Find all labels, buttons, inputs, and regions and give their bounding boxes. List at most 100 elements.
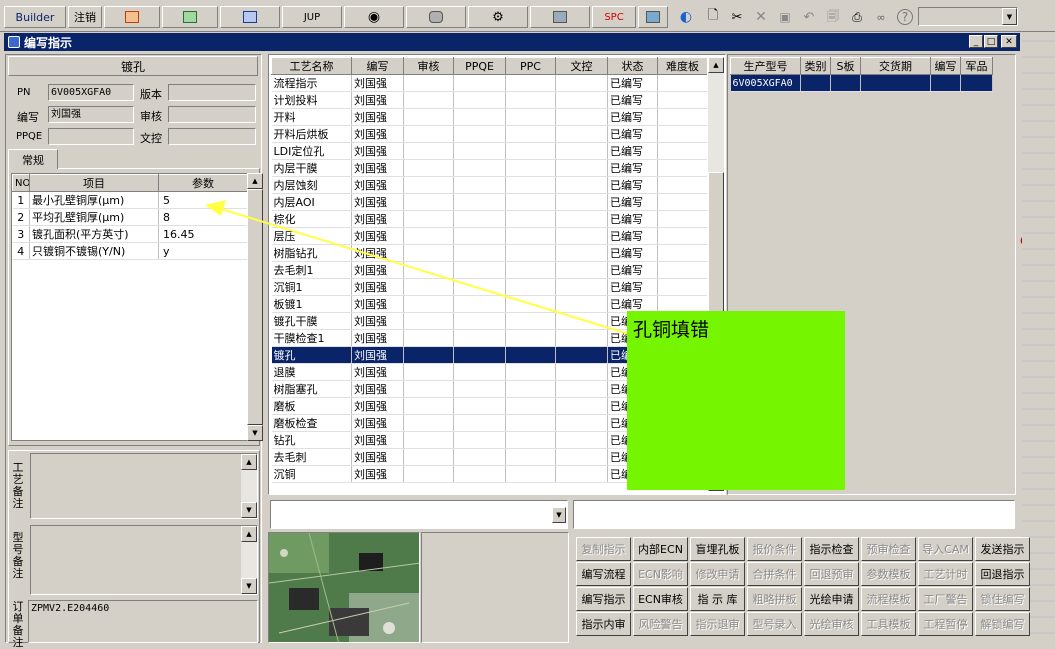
process-cell-status[interactable]: 已编写: [607, 193, 658, 211]
maximize-button[interactable]: □: [984, 35, 998, 48]
author-field[interactable]: 刘国强: [48, 106, 134, 123]
param-row[interactable]: 2 平均孔壁铜厚(μm) 8: [12, 208, 248, 226]
scroll-thumb[interactable]: [247, 189, 263, 425]
order-note-field[interactable]: ZPMV2.E204460: [28, 600, 258, 643]
process-header-4[interactable]: PPC: [505, 57, 556, 75]
process-cell-author[interactable]: 刘国强: [351, 261, 404, 279]
process-row[interactable]: 棕化 刘国强 已编写: [271, 210, 707, 228]
process-cell-author[interactable]: 刘国强: [351, 278, 404, 296]
process-cell-empty[interactable]: [453, 193, 506, 211]
process-cell-author[interactable]: 刘国强: [351, 431, 404, 449]
action-button[interactable]: 工厂警告: [918, 587, 973, 611]
action-button[interactable]: 合拼条件: [747, 562, 802, 586]
process-cell-empty[interactable]: [505, 397, 556, 415]
process-cell-author[interactable]: 刘国强: [351, 380, 404, 398]
scroll-down-icon[interactable]: ▼: [241, 578, 257, 594]
process-cell-status[interactable]: 已编写: [607, 159, 658, 177]
process-cell-empty[interactable]: [657, 193, 707, 211]
process-cell-empty[interactable]: [657, 125, 707, 143]
process-cell-name[interactable]: 树脂钻孔: [271, 244, 352, 262]
process-cell-empty[interactable]: [453, 312, 506, 330]
process-header-1[interactable]: 编写: [351, 57, 404, 75]
process-cell-empty[interactable]: [505, 142, 556, 160]
process-row[interactable]: 去毛刺1 刘国强 已编写: [271, 261, 707, 279]
process-cell-author[interactable]: 刘国强: [351, 448, 404, 466]
params-header-no[interactable]: NO: [12, 174, 30, 192]
process-cell-empty[interactable]: [453, 397, 506, 415]
process-cell-name[interactable]: 干膜检查1: [271, 329, 352, 347]
process-cell-author[interactable]: 刘国强: [351, 329, 404, 347]
action-button[interactable]: 编写流程: [576, 562, 631, 586]
process-cell-empty[interactable]: [555, 448, 608, 466]
process-cell-empty[interactable]: [453, 278, 506, 296]
process-cell-empty[interactable]: [453, 159, 506, 177]
action-button[interactable]: 报价条件: [747, 537, 802, 561]
process-cell-author[interactable]: 刘国强: [351, 159, 404, 177]
process-cell-empty[interactable]: [555, 295, 608, 313]
process-cell-empty[interactable]: [403, 329, 454, 347]
param-cell-no[interactable]: 4: [12, 242, 30, 260]
process-cell-empty[interactable]: [453, 244, 506, 262]
process-row[interactable]: 沉铜1 刘国强 已编写: [271, 278, 707, 296]
process-cell-empty[interactable]: [403, 295, 454, 313]
print-button[interactable]: ⎙: [846, 6, 868, 28]
process-cell-author[interactable]: 刘国强: [351, 312, 404, 330]
scroll-up-icon[interactable]: ▲: [241, 526, 257, 542]
process-cell-empty[interactable]: [403, 193, 454, 211]
process-row[interactable]: 树脂钻孔 刘国强 已编写: [271, 244, 707, 262]
process-cell-empty[interactable]: [453, 210, 506, 228]
process-cell-empty[interactable]: [555, 193, 608, 211]
process-cell-empty[interactable]: [657, 210, 707, 228]
action-button[interactable]: 指示退审: [690, 612, 745, 636]
find-button[interactable]: ∞: [870, 6, 892, 28]
process-cell-empty[interactable]: [403, 363, 454, 381]
process-cell-name[interactable]: 内层蚀刻: [271, 176, 352, 194]
process-cell-empty[interactable]: [403, 380, 454, 398]
process-cell-empty[interactable]: [555, 312, 608, 330]
process-cell-author[interactable]: 刘国强: [351, 227, 404, 245]
process-cell-empty[interactable]: [403, 414, 454, 432]
process-cell-name[interactable]: 树脂塞孔: [271, 380, 352, 398]
process-cell-empty[interactable]: [403, 397, 454, 415]
scroll-down-icon[interactable]: ▼: [247, 425, 263, 441]
process-cell-empty[interactable]: [505, 278, 556, 296]
params-header-item[interactable]: 项目: [29, 174, 159, 192]
action-button[interactable]: 工艺计时: [918, 562, 973, 586]
action-button[interactable]: 锁住编写: [975, 587, 1030, 611]
process-cell-empty[interactable]: [453, 176, 506, 194]
scroll-up-icon[interactable]: ▲: [247, 173, 263, 189]
model-header-0[interactable]: 生产型号: [730, 57, 801, 75]
param-cell-value[interactable]: 5: [158, 191, 248, 209]
process-cell-empty[interactable]: [555, 397, 608, 415]
process-cell-empty[interactable]: [403, 125, 454, 143]
model-header-5[interactable]: 军品: [960, 57, 993, 75]
process-cell-empty[interactable]: [505, 312, 556, 330]
process-note-field[interactable]: ▲ ▼: [30, 453, 258, 519]
process-row[interactable]: 内层AOI 刘国强 已编写: [271, 193, 707, 211]
process-cell-empty[interactable]: [505, 210, 556, 228]
version-field[interactable]: [168, 84, 256, 101]
process-cell-empty[interactable]: [505, 261, 556, 279]
process-cell-empty[interactable]: [505, 380, 556, 398]
process-cell-name[interactable]: 磨板: [271, 397, 352, 415]
process-cell-empty[interactable]: [657, 244, 707, 262]
process-cell-empty[interactable]: [555, 465, 608, 483]
process-cell-status[interactable]: 已编写: [607, 261, 658, 279]
process-combo[interactable]: ▼: [270, 500, 568, 529]
process-cell-empty[interactable]: [403, 159, 454, 177]
process-cell-status[interactable]: 已编写: [607, 227, 658, 245]
process-cell-empty[interactable]: [403, 278, 454, 296]
process-cell-empty[interactable]: [555, 176, 608, 194]
process-cell-author[interactable]: 刘国强: [351, 74, 404, 92]
process-cell-empty[interactable]: [453, 329, 506, 347]
process-cell-name[interactable]: LDI定位孔: [271, 142, 352, 160]
action-button[interactable]: ECN影响: [633, 562, 688, 586]
param-cell-item[interactable]: 只镀铜不镀锡(Y/N): [29, 242, 159, 260]
action-button[interactable]: 型号录入: [747, 612, 802, 636]
pn-field[interactable]: 6V005XGFA0: [48, 84, 134, 101]
spc-button[interactable]: SPC: [592, 6, 636, 28]
model-header-1[interactable]: 类别: [800, 57, 831, 75]
process-cell-empty[interactable]: [555, 227, 608, 245]
action-button[interactable]: 复制指示: [576, 537, 631, 561]
excel-button[interactable]: [162, 6, 218, 28]
